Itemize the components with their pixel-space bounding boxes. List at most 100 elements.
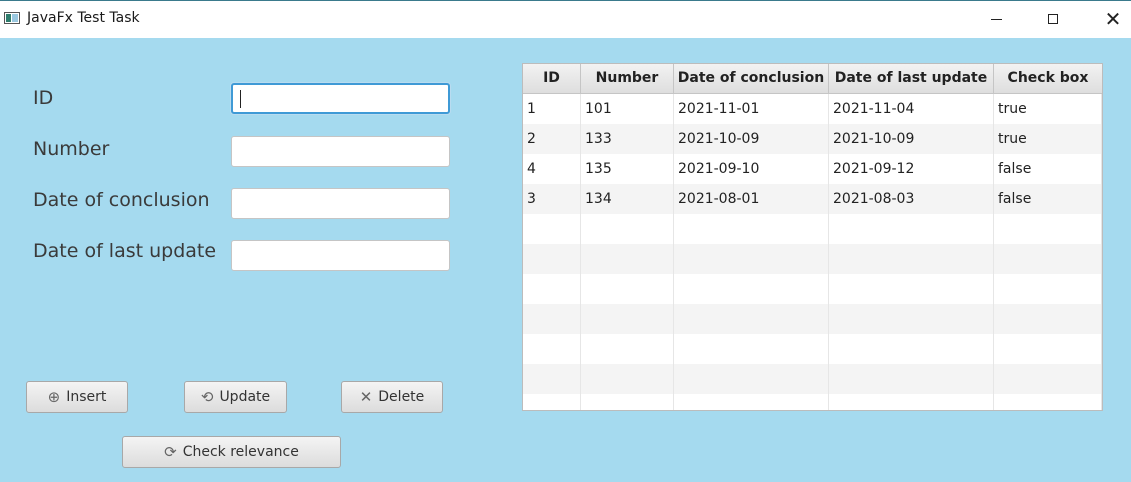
close-button[interactable]: ✕	[1090, 1, 1131, 37]
empty-cell	[829, 244, 994, 274]
empty-cell	[674, 244, 829, 274]
empty-cell	[674, 394, 829, 410]
maximize-icon	[1048, 14, 1058, 24]
maximize-button[interactable]	[1030, 1, 1076, 37]
cell-id: 2	[523, 124, 581, 154]
empty-cell	[994, 214, 1102, 244]
number-label: Number	[33, 138, 110, 160]
x-icon: ✕	[359, 387, 373, 406]
cell-date-of-last-update: 2021-09-12	[829, 154, 994, 184]
minimize-icon	[990, 18, 1002, 20]
empty-cell	[994, 364, 1102, 394]
empty-table-row	[523, 274, 1102, 304]
empty-cell	[674, 304, 829, 334]
title-bar: JavaFx Test Task ✕	[0, 0, 1131, 38]
cell-date-of-conclusion: 2021-10-09	[674, 124, 829, 154]
cell-date-of-conclusion: 2021-09-10	[674, 154, 829, 184]
cell-check-box: true	[994, 94, 1102, 124]
plus-circle-icon: ⊕	[47, 387, 61, 406]
empty-cell	[581, 304, 674, 334]
text-caret	[240, 90, 241, 108]
empty-cell	[581, 274, 674, 304]
empty-cell	[829, 334, 994, 364]
cell-date-of-conclusion: 2021-08-01	[674, 184, 829, 214]
empty-cell	[581, 214, 674, 244]
cell-number: 133	[581, 124, 674, 154]
cell-date-of-last-update: 2021-08-03	[829, 184, 994, 214]
number-field[interactable]	[231, 136, 450, 167]
empty-cell	[829, 214, 994, 244]
empty-cell	[994, 274, 1102, 304]
empty-table-row	[523, 244, 1102, 274]
empty-cell	[523, 214, 581, 244]
cell-number: 135	[581, 154, 674, 184]
date-of-conclusion-label: Date of conclusion	[33, 189, 210, 211]
empty-cell	[829, 364, 994, 394]
cell-check-box: false	[994, 154, 1102, 184]
insert-button[interactable]: ⊕ Insert	[26, 381, 128, 413]
cell-date-of-last-update: 2021-10-09	[829, 124, 994, 154]
empty-cell	[994, 244, 1102, 274]
date-of-conclusion-field[interactable]	[231, 188, 450, 219]
empty-cell	[994, 394, 1102, 410]
empty-cell	[674, 214, 829, 244]
column-header-check-box[interactable]: Check box	[994, 64, 1102, 93]
empty-cell	[674, 334, 829, 364]
column-header-date-of-conclusion[interactable]: Date of conclusion	[674, 64, 829, 93]
empty-cell	[523, 274, 581, 304]
cell-number: 101	[581, 94, 674, 124]
records-table[interactable]: ID Number Date of conclusion Date of las…	[522, 63, 1103, 411]
empty-table-row	[523, 304, 1102, 334]
empty-table-row	[523, 394, 1102, 410]
empty-cell	[581, 394, 674, 410]
app-icon	[4, 12, 20, 24]
table-row[interactable]: 1 101 2021-11-01 2021-11-04 true	[523, 94, 1102, 124]
update-button[interactable]: ⟲ Update	[184, 381, 287, 413]
cell-number: 134	[581, 184, 674, 214]
empty-table-row	[523, 214, 1102, 244]
date-of-last-update-field[interactable]	[231, 240, 450, 271]
id-field[interactable]	[231, 83, 450, 114]
empty-cell	[523, 394, 581, 410]
empty-table-row	[523, 334, 1102, 364]
column-header-number[interactable]: Number	[581, 64, 674, 93]
empty-cell	[523, 334, 581, 364]
empty-cell	[829, 394, 994, 410]
empty-cell	[994, 334, 1102, 364]
window-title: JavaFx Test Task	[27, 10, 140, 26]
update-button-label: Update	[219, 389, 271, 405]
cell-check-box: false	[994, 184, 1102, 214]
empty-cell	[674, 364, 829, 394]
check-relevance-button[interactable]: ⟳ Check relevance	[122, 436, 341, 468]
empty-table-row	[523, 364, 1102, 394]
cell-id: 1	[523, 94, 581, 124]
empty-cell	[829, 304, 994, 334]
delete-button[interactable]: ✕ Delete	[341, 381, 443, 413]
empty-cell	[674, 274, 829, 304]
refresh-icon: ⟳	[164, 442, 177, 461]
table-row[interactable]: 2 133 2021-10-09 2021-10-09 true	[523, 124, 1102, 154]
cell-date-of-conclusion: 2021-11-01	[674, 94, 829, 124]
empty-cell	[523, 364, 581, 394]
id-label: ID	[33, 87, 54, 109]
check-relevance-button-label: Check relevance	[182, 444, 299, 460]
minimize-button[interactable]	[973, 1, 1019, 37]
cell-check-box: true	[994, 124, 1102, 154]
empty-cell	[523, 304, 581, 334]
date-of-last-update-label: Date of last update	[33, 240, 217, 262]
empty-cell	[994, 304, 1102, 334]
update-icon: ⟲	[200, 387, 214, 406]
cell-id: 3	[523, 184, 581, 214]
empty-cell	[581, 364, 674, 394]
table-row[interactable]: 4 135 2021-09-10 2021-09-12 false	[523, 154, 1102, 184]
cell-date-of-last-update: 2021-11-04	[829, 94, 994, 124]
empty-cell	[581, 334, 674, 364]
delete-button-label: Delete	[378, 389, 425, 405]
empty-cell	[581, 244, 674, 274]
column-header-date-of-last-update[interactable]: Date of last update	[829, 64, 994, 93]
table-row[interactable]: 3 134 2021-08-01 2021-08-03 false	[523, 184, 1102, 214]
empty-cell	[829, 274, 994, 304]
close-icon: ✕	[1104, 7, 1122, 31]
column-header-id[interactable]: ID	[523, 64, 581, 93]
empty-cell	[523, 244, 581, 274]
